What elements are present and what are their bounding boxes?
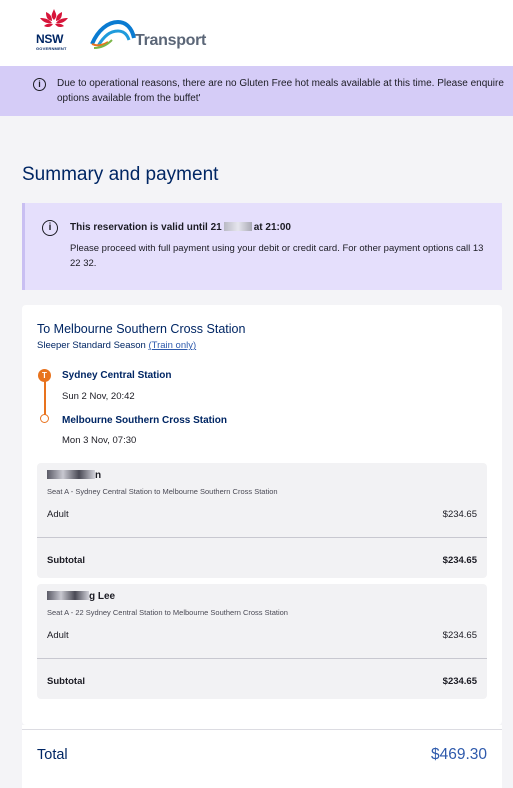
service-notice-banner: i Due to operational reasons, there are … <box>0 66 513 116</box>
fare-amount: $234.65 <box>442 509 477 520</box>
reservation-validity: This reservation is valid until 21 at 21:… <box>70 222 291 233</box>
notice-line-1: Due to operational reasons, there are no… <box>57 78 504 89</box>
passenger-name: g Lee <box>47 591 115 602</box>
subtotal-row: Subtotal $234.65 <box>47 555 477 566</box>
seat-details: Seat A - Sydney Central Station to Melbo… <box>47 487 278 496</box>
destination-station: Melbourne Southern Cross Station <box>62 415 228 426</box>
destination-dot-icon <box>40 414 49 423</box>
fare-name: Sleeper Standard Season <box>37 340 146 351</box>
subtotal-amount: $234.65 <box>442 555 477 566</box>
train-only-link[interactable]: (Train only) <box>148 340 196 351</box>
total-amount: $469.30 <box>430 746 487 763</box>
passenger-fare-block: g Lee Seat A - 22 Sydney Central Station… <box>37 584 487 699</box>
reservation-validity-prefix: This reservation is valid until 21 <box>70 222 222 233</box>
service-notice-text: Due to operational reasons, there are no… <box>57 76 513 106</box>
nsw-government-logo[interactable]: NSW GOVERNMENT <box>34 8 74 54</box>
fare-type: Adult <box>47 509 69 520</box>
seat-details: Seat A - 22 Sydney Central Station to Me… <box>47 608 288 617</box>
destination-title: To Melbourne Southern Cross Station <box>37 322 246 336</box>
passenger-name-visible: n <box>95 470 102 481</box>
redacted-name <box>47 470 95 479</box>
nsw-government-label: GOVERNMENT <box>36 46 67 51</box>
fare-amount: $234.65 <box>442 630 477 641</box>
redacted-date <box>223 222 252 231</box>
fare-row: Adult $234.65 <box>47 509 477 520</box>
fare-description: Sleeper Standard Season (Train only) <box>37 340 196 351</box>
subtotal-amount: $234.65 <box>442 676 477 687</box>
passenger-name: n <box>47 470 101 481</box>
subtotal-label: Subtotal <box>47 676 85 687</box>
waratah-icon <box>40 9 68 28</box>
passenger-name-visible: g Lee <box>89 591 116 602</box>
passenger-fare-block: n Seat A - Sydney Central Station to Mel… <box>37 463 487 578</box>
divider <box>37 658 487 659</box>
reservation-validity-suffix: at 21:00 <box>253 222 291 233</box>
notice-line-2: options available from the buffet' <box>57 93 201 104</box>
transport-swoosh-icon <box>90 19 136 49</box>
reservation-alert: i This reservation is valid until 21 at 2… <box>22 203 502 290</box>
origin-time: Sun 2 Nov, 20:42 <box>62 391 135 402</box>
page-title: Summary and payment <box>22 164 219 185</box>
subtotal-label: Subtotal <box>47 555 85 566</box>
total-label: Total <box>37 747 68 763</box>
transport-wordmark: Transport <box>135 32 207 49</box>
journey-timeline-line <box>44 381 46 415</box>
nsw-wordmark: NSW <box>36 32 64 46</box>
transport-logo[interactable]: Transport <box>90 16 220 56</box>
redacted-name <box>47 591 89 600</box>
destination-time: Mon 3 Nov, 07:30 <box>62 435 137 446</box>
info-icon: i <box>42 220 58 236</box>
total-section: Total $469.30 <box>22 725 502 788</box>
fare-type: Adult <box>47 630 69 641</box>
reservation-instructions: Please proceed with full payment using y… <box>70 243 484 269</box>
info-icon: i <box>33 78 46 91</box>
divider <box>22 729 502 730</box>
subtotal-row: Subtotal $234.65 <box>47 676 477 687</box>
divider <box>37 537 487 538</box>
origin-station: Sydney Central Station <box>62 370 172 381</box>
booking-summary-card: To Melbourne Southern Cross Station Slee… <box>22 305 502 725</box>
site-header: NSW GOVERNMENT Transport <box>0 0 513 66</box>
fare-row: Adult $234.65 <box>47 630 477 641</box>
